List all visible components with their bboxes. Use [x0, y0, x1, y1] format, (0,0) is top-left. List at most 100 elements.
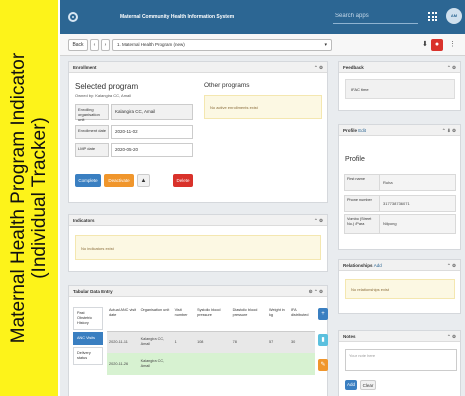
feedback-widget-header: Feedback ⌃ ⚙	[339, 62, 460, 73]
delete-tei-button[interactable]: ●	[431, 39, 443, 51]
dhis2-logo-icon[interactable]	[68, 12, 78, 22]
add-event-button[interactable]: +	[318, 308, 328, 320]
indicators-empty-notice: No indicators exist	[75, 235, 321, 260]
table-cell[interactable]: Kalangira CC, Amail	[138, 331, 173, 353]
banner-line-2: (Individual Tracker)	[29, 117, 50, 279]
address-row: Vombo (Street No.) /Para Nilpong	[344, 214, 456, 234]
column-header[interactable]: Visit number	[172, 306, 196, 332]
table-cell[interactable]	[172, 353, 196, 375]
indicators-widget: Indicators ⌃ ⚙ No indicators exist	[68, 214, 328, 272]
table-cell[interactable]: Kalangira CC, Amail	[138, 353, 173, 375]
column-header[interactable]: Organisation unit	[138, 306, 173, 332]
tab-anc-visits[interactable]: ANC Visits	[73, 332, 103, 345]
note-input[interactable]	[345, 349, 457, 371]
table-cell[interactable]	[195, 353, 231, 375]
add-note-button[interactable]: Add	[345, 380, 357, 390]
widget-controls-icon[interactable]: ⌃ ⚙	[447, 260, 456, 271]
table-cell[interactable]: 108	[195, 331, 231, 353]
table-row[interactable]: 2020-11-11 Kalangira CC, Amail 1 108 78 …	[107, 331, 315, 353]
phone-number-row: Phone number 317738736071	[344, 195, 456, 212]
next-tei-button[interactable]: ›	[101, 39, 110, 51]
first-name-field[interactable]: Ruha	[379, 175, 455, 190]
widget-controls-icon[interactable]: ⌃ ⚙	[447, 62, 456, 73]
field-label: First name	[345, 175, 379, 190]
tab-delivery-status[interactable]: Delivery status	[73, 347, 103, 365]
selected-program-title: Selected program	[75, 82, 139, 91]
add-relationship-link[interactable]: Add	[374, 263, 382, 268]
enrolling-org-unit-row: Enrolling organisation unit Kalangira CC…	[75, 104, 193, 122]
header-bar: Maternal Community Health Information Sy…	[60, 0, 465, 34]
tracker-capture-app: Maternal Community Health Information Sy…	[60, 0, 465, 396]
column-header[interactable]: Weight in kg	[267, 306, 289, 332]
lmp-date-field[interactable]: 2020-05-20	[111, 143, 193, 157]
widget-title: Profile	[343, 128, 358, 133]
field-label: LMP date	[75, 143, 109, 157]
notes-widget: Notes ⌃ ⚙ Add Clear	[338, 330, 461, 396]
other-programs-title: Other programs	[204, 82, 250, 89]
deactivate-button[interactable]: Deactivate	[104, 174, 134, 187]
table-cell[interactable]: 57	[267, 331, 289, 353]
clear-note-button[interactable]: Clear	[360, 380, 376, 390]
tab-past-obstetric-history[interactable]: Past Obstetric History	[73, 307, 103, 330]
back-button[interactable]: Back	[68, 39, 88, 51]
widget-controls-icon[interactable]: ⌃ ⚙	[447, 331, 456, 342]
table-header-row: Actual ANC visit date Organisation unit …	[107, 306, 315, 332]
table-row[interactable]: 2020-11-26 Kalangira CC, Amail	[107, 353, 315, 375]
column-header[interactable]: IFA distributed	[288, 306, 315, 332]
feedback-value: IFAC time	[345, 79, 455, 99]
delete-enrollment-button[interactable]: Delete	[173, 174, 193, 187]
phone-number-field[interactable]: 317738736071	[379, 196, 455, 211]
banner-line-1: Maternal Health Program Indicator	[8, 52, 29, 344]
field-label: Phone number	[345, 196, 379, 211]
enrollment-date-field[interactable]: 2020-11-02	[111, 125, 193, 139]
relationships-empty-notice: No relationships exist	[345, 279, 455, 299]
apps-grid-icon[interactable]	[428, 12, 437, 21]
relationships-widget-header: Relationships Add ⌃ ⚙	[339, 260, 460, 271]
widget-title: Indicators	[73, 218, 95, 223]
widget-controls-icon[interactable]: ⌃ ⬇ ⚙	[442, 125, 456, 136]
table-cell[interactable]: 2020-11-26	[107, 353, 139, 375]
address-field[interactable]: Nilpong	[379, 215, 455, 233]
more-options-icon[interactable]: ⋮	[449, 40, 456, 48]
widget-title: Relationships	[343, 263, 373, 268]
download-icon[interactable]: ⬇	[422, 40, 428, 48]
field-label: Enrollment date	[75, 125, 109, 139]
column-header[interactable]: Diastolic blood pressure	[230, 306, 267, 332]
program-stage-tabs: Past Obstetric History ANC Visits Delive…	[73, 307, 103, 367]
table-cell[interactable]: 78	[230, 331, 267, 353]
mark-for-followup-button[interactable]: ▲	[137, 174, 150, 187]
app-title: Maternal Community Health Information Sy…	[120, 14, 235, 20]
table-cell[interactable]: 1	[172, 331, 196, 353]
tabular-data-entry-widget: Tabular Data Entry ⚙ ⌃ ⚙ Past Obstetric …	[68, 285, 328, 396]
feedback-widget: Feedback ⌃ ⚙ IFAC time	[338, 61, 461, 111]
widget-title: Tabular Data Entry	[73, 289, 113, 294]
table-cell[interactable]	[288, 353, 315, 375]
edit-profile-link[interactable]: Edit	[358, 128, 366, 133]
program-select-value: 1. Maternal Health Program (new)	[117, 42, 185, 47]
program-select[interactable]: 1. Maternal Health Program (new) ▾	[112, 39, 332, 51]
anc-visits-table: Actual ANC visit date Organisation unit …	[107, 306, 315, 375]
side-banner: Maternal Health Program Indicator (Indiv…	[0, 0, 58, 396]
widget-controls-icon[interactable]: ⚙ ⌃ ⚙	[309, 286, 323, 297]
previous-tei-button[interactable]: ‹	[90, 39, 99, 51]
table-cell[interactable]: 2020-11-11	[107, 331, 139, 353]
table-cell[interactable]	[267, 353, 289, 375]
column-header[interactable]: Actual ANC visit date	[107, 306, 139, 332]
table-cell[interactable]: 30	[288, 331, 315, 353]
user-avatar[interactable]: AM	[446, 8, 462, 24]
table-cell[interactable]	[230, 353, 267, 375]
widget-controls-icon[interactable]: ⌃ ⚙	[314, 62, 323, 73]
enrolling-org-unit-value: Kalangira CC, Amail	[111, 104, 193, 120]
widget-controls-icon[interactable]: ⌃ ⚙	[314, 215, 323, 226]
tabular-widget-header: Tabular Data Entry ⚙ ⌃ ⚙	[69, 286, 327, 297]
column-header[interactable]: Systolic blood pressure	[195, 306, 231, 332]
first-name-row: First name Ruha	[344, 174, 456, 191]
owned-by-text: Owned by: Kalangira CC, Amail	[75, 93, 132, 98]
field-label: Vombo (Street No.) /Para	[345, 215, 379, 233]
edit-icon[interactable]: ✎	[318, 359, 328, 371]
field-label: Enrolling organisation unit	[75, 104, 109, 122]
indicators-widget-header: Indicators ⌃ ⚙	[69, 215, 327, 226]
complete-button[interactable]: Complete	[75, 174, 101, 187]
trash-icon[interactable]: ▮	[318, 334, 328, 346]
search-apps-input[interactable]	[333, 9, 418, 24]
